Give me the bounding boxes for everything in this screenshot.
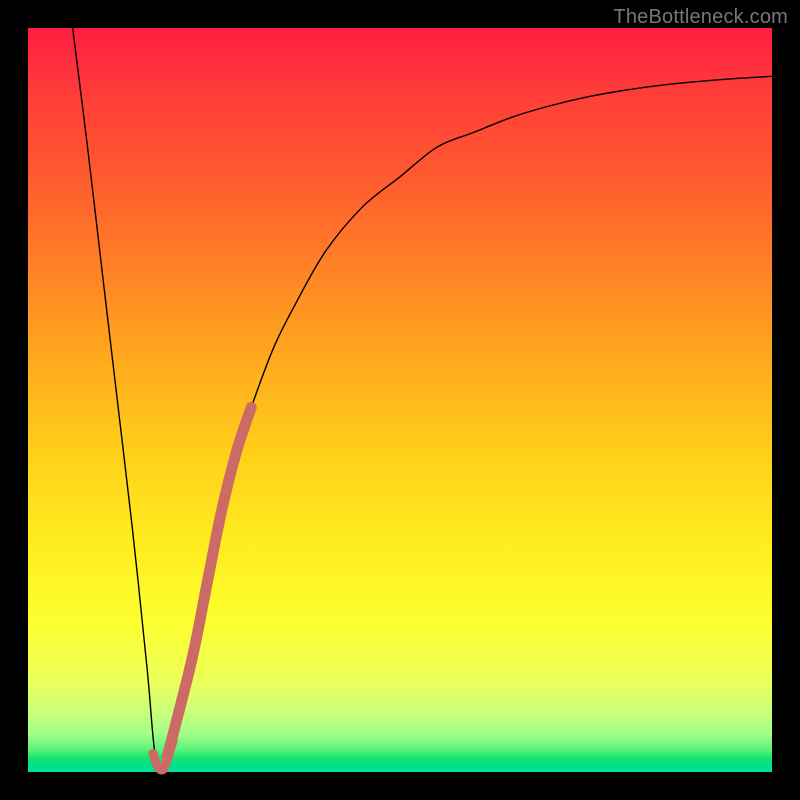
series-highlight-segment — [167, 407, 251, 757]
plot-area — [28, 28, 772, 772]
chart-frame: TheBottleneck.com — [0, 0, 800, 800]
curves-svg — [28, 28, 772, 772]
watermark-text: TheBottleneck.com — [613, 6, 788, 29]
series-bottleneck-curve — [73, 28, 772, 773]
